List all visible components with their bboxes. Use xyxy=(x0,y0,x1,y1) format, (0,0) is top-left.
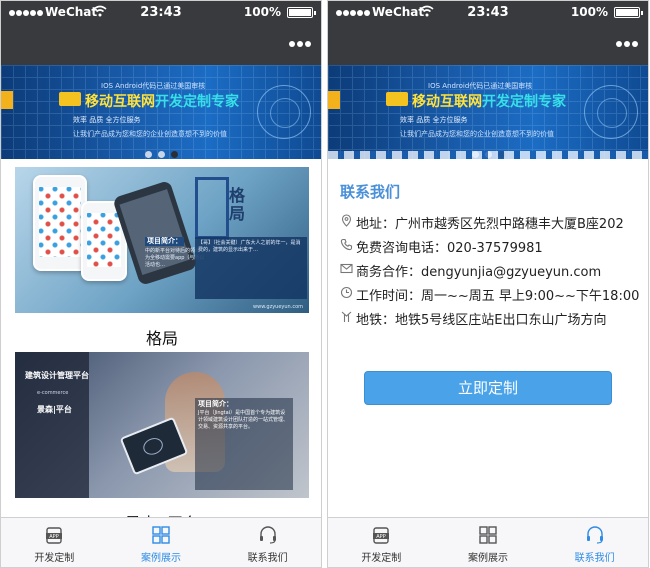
tab-develop[interactable]: APP 开发定制 xyxy=(328,518,435,567)
contact-section: 联系我们 地址：广州市越秀区先烈中路穗丰大厦B座202 免费咨询电话：020-3… xyxy=(340,183,640,328)
svg-text:APP: APP xyxy=(377,534,386,540)
more-options-icon[interactable] xyxy=(289,41,311,47)
contact-title: 联系我们 xyxy=(340,183,401,201)
brand-mark: 格局 xyxy=(229,186,246,223)
banner-headline: 移动互联网开发定制专家 xyxy=(85,94,239,110)
case-url: www.gzyueyun.com xyxy=(253,304,303,310)
headset-icon xyxy=(586,526,603,544)
mail-icon xyxy=(340,263,353,274)
navigation-bar: WeChat 23:43 100% xyxy=(328,1,648,65)
phone-screen-contact: WeChat 23:43 100% IOS Android代码已通过美国审核 移… xyxy=(327,0,649,568)
case-image: e-commerce 景森|平台 建筑设计管理平台 项目简介： J平台（Jingt… xyxy=(15,352,309,498)
metro-icon xyxy=(341,311,352,322)
more-options-icon[interactable] xyxy=(616,41,638,47)
banner-top-line: IOS Android代码已通过美国审核 xyxy=(101,82,206,90)
card-graphic xyxy=(328,91,340,109)
app-icon: APP xyxy=(373,527,390,544)
tab-label: 开发定制 xyxy=(361,553,402,564)
banner-top-line: IOS Android代码已通过美国审核 xyxy=(428,82,533,90)
clock-icon xyxy=(340,286,353,299)
tab-label: 案例展示 xyxy=(140,553,181,564)
grid-icon xyxy=(479,526,497,544)
brand-frame xyxy=(195,177,229,239)
globe-graphic xyxy=(257,85,311,139)
banner-logo xyxy=(59,92,81,106)
status-bar: WeChat 23:43 100% xyxy=(328,1,648,23)
globe-graphic xyxy=(584,85,638,139)
phone-screen-cases: WeChat 23:43 100% IOS Android代码已通过美国审核 移… xyxy=(0,0,322,568)
banner-subline-2: 让我们产品成为您和您的企业创造意想不到的价值 xyxy=(400,130,554,138)
app-icon: APP xyxy=(46,527,63,544)
battery-icon xyxy=(287,7,316,18)
tab-label: 联系我们 xyxy=(574,553,615,564)
navigation-bar: WeChat 23:43 100% xyxy=(1,1,321,65)
tab-develop[interactable]: APP 开发定制 xyxy=(1,518,108,567)
promo-banner[interactable]: IOS Android代码已通过美国审核 移动互联网开发定制专家 效率 品质 全… xyxy=(328,65,648,159)
banner-headline: 移动互联网开发定制专家 xyxy=(412,94,566,110)
case-intro-box: 项目简介： J平台（Jingtai）是中国首个专为建筑设计领域建筑设计团队打造的一… xyxy=(195,398,293,490)
tab-bar: APP 开发定制 案例展示 联系我们 xyxy=(328,517,648,567)
case-label-top: 建筑设计管理平台 xyxy=(25,371,89,380)
tab-bar: APP 开发定制 案例展示 联系我们 xyxy=(1,517,321,567)
phone-mockup xyxy=(33,175,87,271)
banner-subline-1: 效率 品质 全方位服务 xyxy=(73,116,141,124)
case-intro-box: 【哥】（社会关键）广东大人之前的年一，是消费的，建筑的显示出来于… xyxy=(195,237,307,299)
tab-contact[interactable]: 联系我们 xyxy=(541,518,648,567)
case-item[interactable]: 格局 项目简介： 中的新平台对待后的领域；为全移动需要app（与所以活动也… 【哥… xyxy=(15,167,309,349)
case-caption[interactable]: 格局 xyxy=(15,325,309,349)
banner-bottom-strip xyxy=(328,151,648,159)
promo-banner[interactable]: IOS Android代码已通过美国审核 移动互联网开发定制专家 效率 品质 全… xyxy=(1,65,321,159)
case-tag: 景森|平台 xyxy=(37,405,72,414)
location-pin-icon xyxy=(341,214,352,227)
tab-cases[interactable]: 案例展示 xyxy=(435,518,542,567)
tab-label: 联系我们 xyxy=(247,553,288,564)
battery-percent: 100% xyxy=(570,5,608,19)
battery-percent: 100% xyxy=(243,5,281,19)
headset-icon xyxy=(259,526,276,544)
status-bar: WeChat 23:43 100% xyxy=(1,1,321,23)
phone-icon xyxy=(340,238,353,251)
banner-subline-1: 效率 品质 全方位服务 xyxy=(400,116,468,124)
grid-icon xyxy=(152,526,170,544)
svg-text:APP: APP xyxy=(50,534,59,540)
case-image: 格局 项目简介： 中的新平台对待后的领域；为全移动需要app（与所以活动也… 【哥… xyxy=(15,167,309,313)
banner-subline-2: 让我们产品成为您和您的企业创造意想不到的价值 xyxy=(73,130,227,138)
tab-label: 案例展示 xyxy=(467,553,508,564)
tab-contact[interactable]: 联系我们 xyxy=(214,518,321,567)
battery-icon xyxy=(614,7,643,18)
tab-label: 开发定制 xyxy=(34,553,75,564)
carousel-indicator[interactable] xyxy=(1,143,321,159)
banner-logo xyxy=(386,92,408,106)
order-now-button[interactable]: 立即定制 xyxy=(364,371,612,405)
card-graphic xyxy=(1,91,13,109)
tab-cases[interactable]: 案例展示 xyxy=(108,518,215,567)
case-item[interactable]: e-commerce 景森|平台 建筑设计管理平台 项目简介： J平台（Jingt… xyxy=(15,352,309,533)
